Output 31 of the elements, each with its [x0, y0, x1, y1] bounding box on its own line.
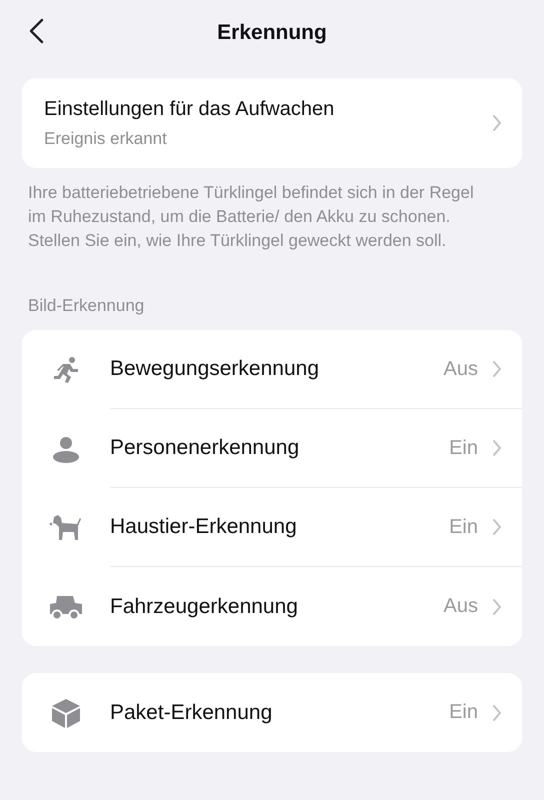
- detection-row[interactable]: Fahrzeugerkennung Aus: [22, 567, 522, 646]
- detection-row[interactable]: Haustier-Erkennung Ein: [22, 488, 522, 567]
- row-label: Bewegungserkennung: [110, 357, 320, 381]
- row-value: Ein: [449, 701, 478, 724]
- row-value: Ein: [449, 436, 478, 460]
- row-label: Haustier-Erkennung: [110, 515, 298, 539]
- back-button[interactable]: [28, 18, 44, 44]
- row-label: Paket-Erkennung: [110, 700, 274, 724]
- detection-row[interactable]: Personenerkennung Ein: [22, 409, 522, 488]
- package-icon: [50, 696, 82, 728]
- page-title: Erkennung: [217, 20, 327, 44]
- row-label: Fahrzeugerkennung: [110, 594, 299, 618]
- row-value: Aus: [444, 595, 478, 618]
- chevron-icon: [492, 439, 502, 457]
- section-label: Bild-Erkennung: [28, 296, 146, 316]
- chevron-icon: [492, 598, 502, 616]
- description-text: Ihre batteriebetriebene Türklingel befindet sich in der Regel im Ruhezustand, um die Batterie/ den Akku zu schonen. Stellen Sie ein, wie Ihre Türklingel geweckt werden soll.: [28, 182, 475, 252]
- running-figure-icon: [51, 354, 81, 384]
- detection-row[interactable]: Paket-Erkennung Ein: [22, 673, 522, 752]
- wake-settings-row[interactable]: Einstellungen für das Aufwachen Ereignis erkannt: [22, 78, 522, 168]
- row-value: Aus: [444, 358, 478, 380]
- row-subtitle: Ereignis erkannt: [44, 128, 168, 148]
- row-value: Ein: [449, 516, 478, 538]
- chevron-icon: [492, 114, 502, 132]
- chevron-icon: [492, 360, 502, 378]
- chevron-icon: [492, 518, 502, 536]
- row-title: Einstellungen für das Aufwachen: [44, 98, 336, 120]
- dog-icon: [49, 512, 83, 542]
- detection-row[interactable]: Bewegungserkennung Aus: [22, 330, 522, 409]
- chevron-icon: [492, 704, 502, 722]
- row-label: Personenerkennung: [110, 436, 300, 460]
